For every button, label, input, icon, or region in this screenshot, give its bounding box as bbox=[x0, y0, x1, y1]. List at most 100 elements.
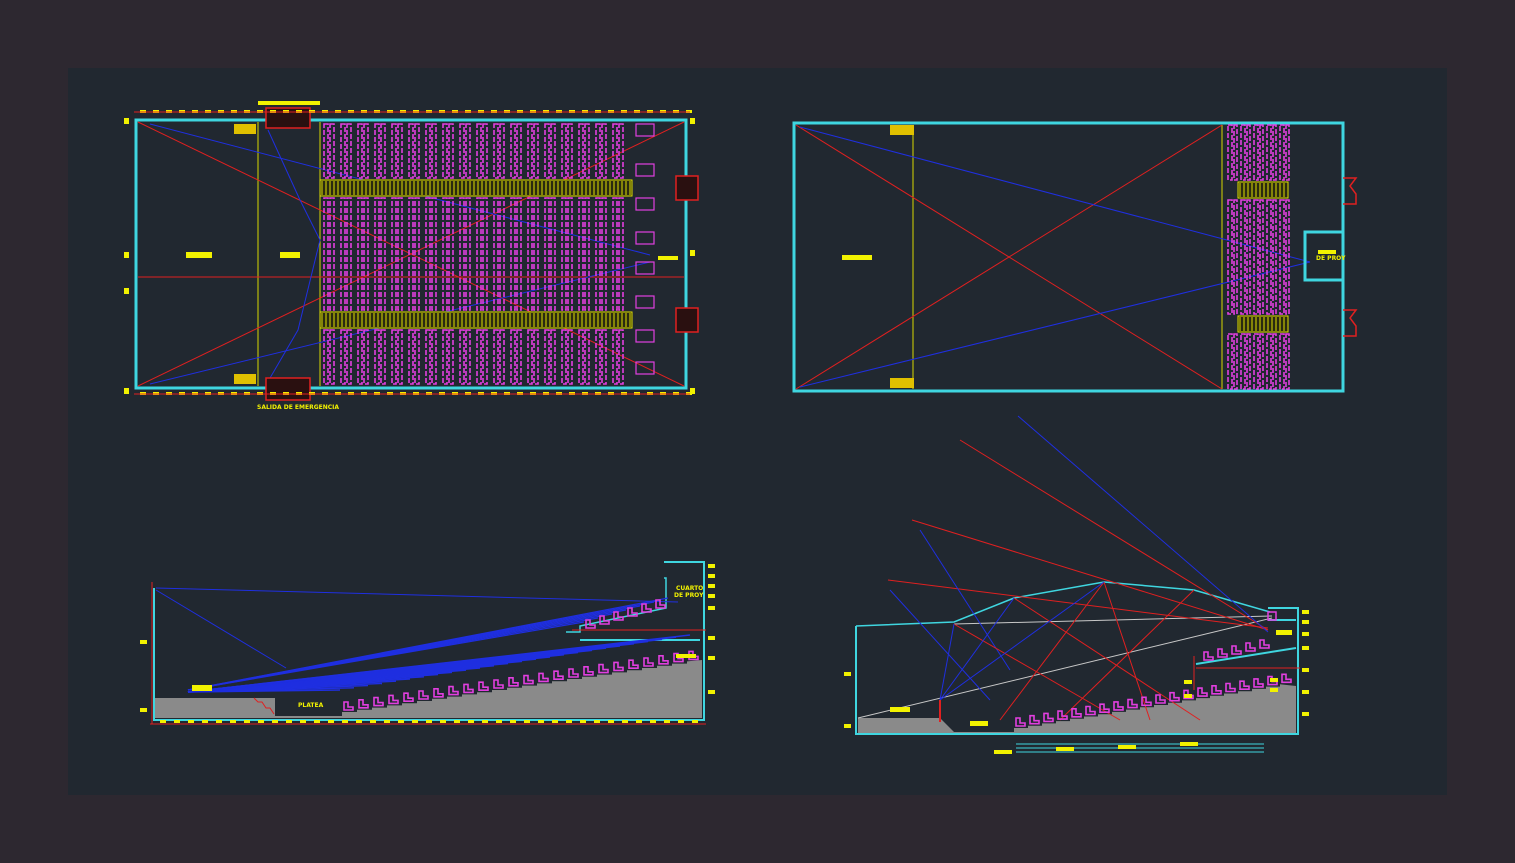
seat-icon bbox=[478, 681, 489, 691]
section-b-tag bbox=[1276, 630, 1292, 635]
seat-row bbox=[561, 329, 567, 385]
seat-row bbox=[527, 123, 533, 179]
seat-row bbox=[618, 329, 624, 385]
side-seat bbox=[635, 163, 655, 177]
dimension-tick bbox=[1302, 712, 1309, 716]
seat-row bbox=[1272, 199, 1277, 315]
dimension-tick bbox=[566, 720, 572, 723]
section-b-scale-bar bbox=[1056, 747, 1074, 751]
seat-row bbox=[1272, 333, 1277, 390]
dimension-tick bbox=[538, 720, 544, 723]
seat-icon bbox=[508, 677, 519, 687]
seat-row bbox=[1240, 333, 1246, 390]
dimension-tick bbox=[692, 720, 698, 723]
seat-row bbox=[1279, 124, 1285, 181]
seat-row bbox=[1266, 333, 1272, 390]
plan-a-cross-aisle bbox=[319, 311, 633, 329]
dimension-tick bbox=[342, 720, 348, 723]
cad-model-space[interactable]: SALIDA DE EMERGENCIA DE PROY CUARTO DE P… bbox=[68, 68, 1447, 795]
seat-row bbox=[567, 197, 573, 311]
dimension-tick bbox=[844, 672, 851, 676]
seat-icon bbox=[568, 668, 579, 678]
plan-b-exit-door bbox=[1343, 177, 1358, 205]
dimension-tick bbox=[1302, 632, 1309, 636]
plan-a-stair-mark bbox=[234, 124, 256, 134]
dimension-tick bbox=[510, 720, 516, 723]
seat-row bbox=[363, 197, 369, 311]
sightline bbox=[187, 597, 669, 691]
seat-row bbox=[584, 123, 590, 179]
seat-row bbox=[448, 123, 454, 179]
dimension-tick bbox=[356, 720, 362, 723]
dimension-tick bbox=[1302, 610, 1309, 614]
dimension-tick bbox=[708, 656, 715, 660]
seat-icon bbox=[1211, 685, 1222, 695]
dimension-tick bbox=[384, 720, 390, 723]
side-seat bbox=[635, 231, 655, 245]
dimension-tick bbox=[708, 574, 715, 578]
seat-icon bbox=[343, 701, 354, 711]
dimension-tick bbox=[468, 720, 474, 723]
dimension-tick bbox=[124, 252, 129, 258]
acoustic-ray bbox=[999, 581, 1105, 721]
seat-row bbox=[323, 197, 329, 311]
dimension-tick bbox=[140, 640, 147, 644]
seat-row bbox=[380, 123, 386, 179]
seat-icon bbox=[658, 655, 669, 665]
seat-icon bbox=[1281, 673, 1292, 684]
seat-row bbox=[578, 123, 584, 179]
section-a-projection-line bbox=[155, 587, 679, 603]
seat-row bbox=[1253, 333, 1259, 390]
seat-row bbox=[431, 123, 437, 179]
dimension-tick bbox=[708, 594, 715, 598]
seat-icon bbox=[1085, 705, 1096, 716]
seat-icon bbox=[358, 699, 369, 709]
seat-icon bbox=[493, 679, 504, 689]
plan-a-exit-door bbox=[675, 307, 699, 333]
seat-icon bbox=[628, 659, 639, 669]
side-seat bbox=[635, 261, 655, 275]
seat-row bbox=[448, 329, 454, 385]
seat-row bbox=[1227, 333, 1233, 390]
seat-row bbox=[1266, 124, 1272, 181]
seat-row bbox=[584, 329, 590, 385]
side-seat bbox=[635, 123, 655, 137]
section-a-projection-line bbox=[155, 589, 287, 669]
seat-row bbox=[476, 197, 482, 311]
seat-row bbox=[397, 197, 403, 311]
seat-row bbox=[533, 197, 539, 311]
seat-row bbox=[408, 329, 414, 385]
seat-row bbox=[459, 197, 465, 311]
seat-row bbox=[516, 197, 522, 311]
seat-icon bbox=[1071, 708, 1082, 718]
dimension-tick bbox=[174, 720, 180, 723]
seat-row bbox=[601, 197, 607, 311]
dimension-tick bbox=[580, 720, 586, 723]
seat-row bbox=[1246, 333, 1251, 390]
dimension-tick bbox=[708, 584, 715, 588]
seat-row bbox=[482, 329, 488, 385]
dimension-tick bbox=[160, 720, 166, 723]
dimension-tick bbox=[552, 720, 558, 723]
seat-row bbox=[329, 123, 335, 179]
dimension-tick bbox=[496, 720, 502, 723]
dimension-tick bbox=[608, 720, 614, 723]
section-a-booth-label-1: CUARTO bbox=[676, 585, 703, 592]
seat-row bbox=[340, 123, 346, 179]
acoustic-ray bbox=[889, 589, 991, 701]
seat-icon bbox=[1029, 714, 1040, 725]
plan-a-exit-door bbox=[675, 175, 699, 201]
seat-row bbox=[442, 123, 448, 179]
plan-a-floor-plan: SALIDA DE EMERGENCIA bbox=[124, 101, 699, 411]
plan-a-header-bar bbox=[258, 101, 320, 105]
side-seat bbox=[635, 329, 655, 343]
seat-row bbox=[561, 123, 567, 179]
plan-b-room-tag bbox=[842, 255, 872, 260]
plan-a-room-tag bbox=[280, 252, 300, 258]
seat-row bbox=[510, 197, 516, 311]
seat-row bbox=[527, 197, 533, 311]
seat-row bbox=[340, 197, 346, 311]
section-a-floor-label: PLATEA bbox=[298, 702, 324, 709]
seat-row bbox=[465, 329, 471, 385]
seat-row bbox=[550, 329, 556, 385]
